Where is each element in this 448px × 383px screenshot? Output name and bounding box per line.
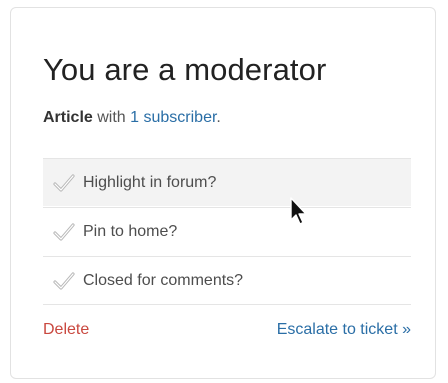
delete-link[interactable]: Delete [43,321,89,339]
check-icon [53,271,75,290]
panel-title: You are a moderator [43,52,327,87]
option-closed-for-comments[interactable]: Closed for comments? [43,256,411,304]
panel-footer: Delete Escalate to ticket » [43,304,411,354]
content-type: Article [43,109,93,126]
option-label: Pin to home? [83,222,178,240]
option-label: Closed for comments? [83,271,244,289]
subtitle-middle: with [92,109,131,126]
check-icon [53,222,75,241]
option-pin-to-home[interactable]: Pin to home? [43,207,411,255]
option-highlight-in-forum[interactable]: Highlight in forum? [43,158,411,206]
check-icon [53,173,75,192]
subtitle-end: . [216,109,221,126]
mouse-pointer-icon [290,197,307,225]
option-label: Highlight in forum? [83,173,217,191]
subscribers-link[interactable]: 1 subscriber [130,109,216,126]
panel-subtitle: Article with 1 subscriber. [43,108,221,128]
escalate-to-ticket-link[interactable]: Escalate to ticket » [277,321,411,339]
